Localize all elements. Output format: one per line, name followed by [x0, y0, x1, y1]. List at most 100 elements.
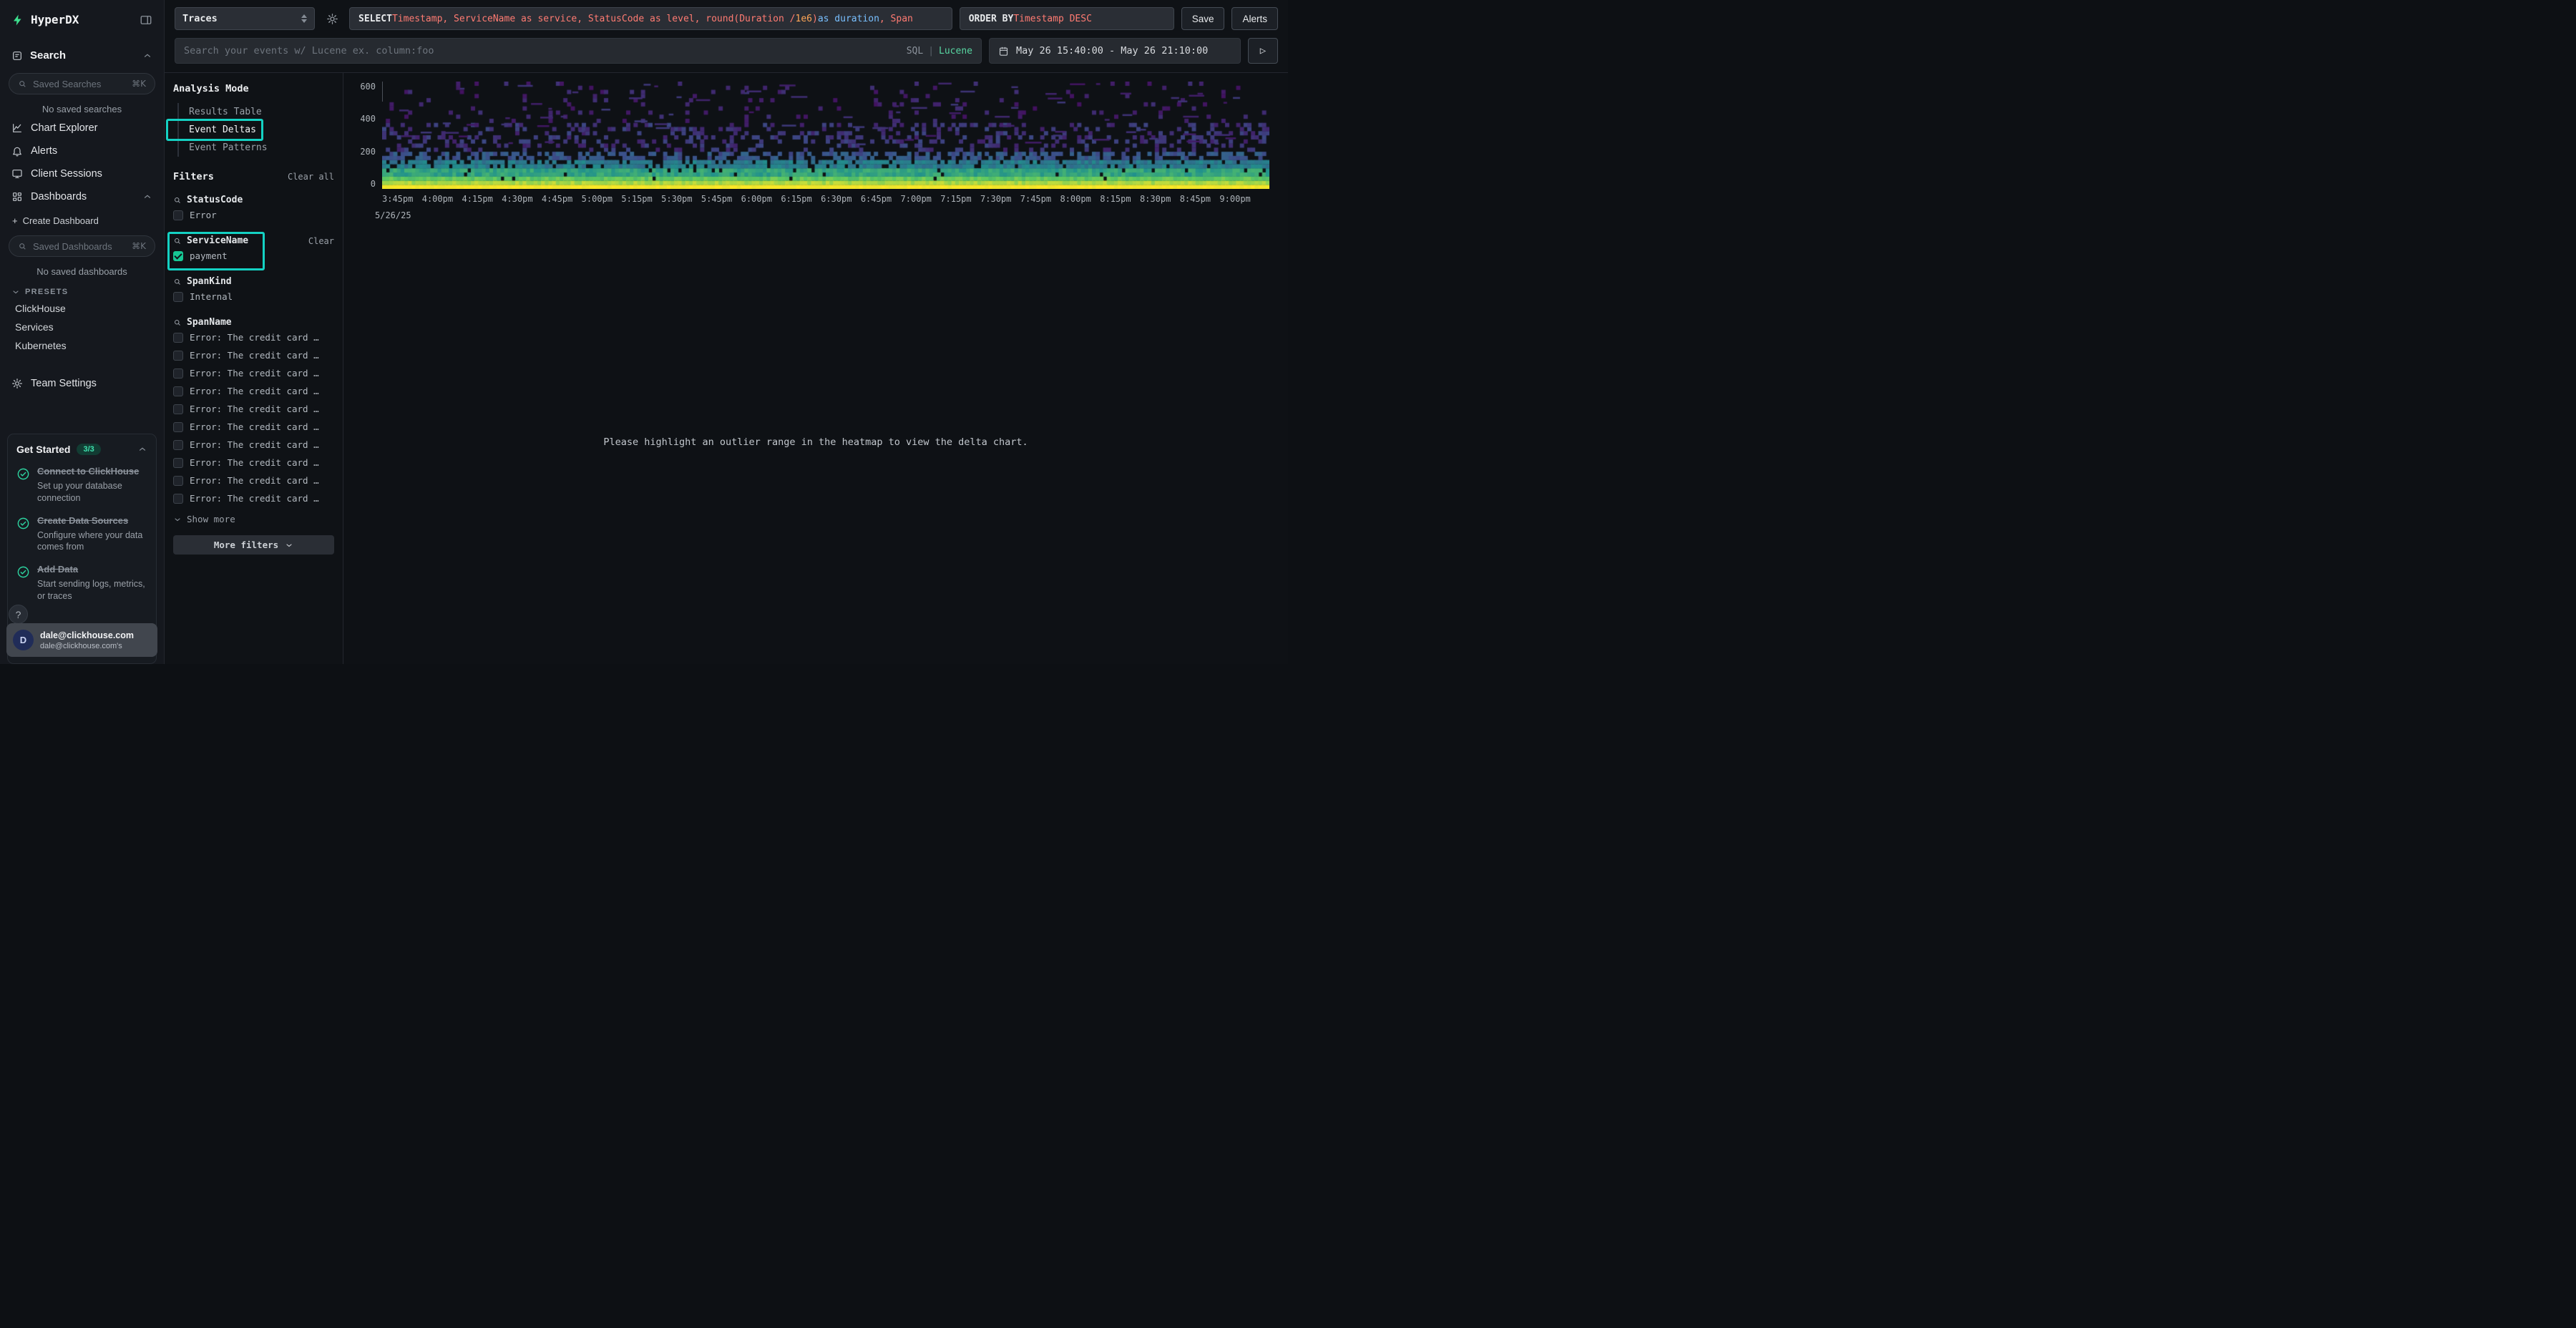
filter-option-label: Error: The credit card …	[190, 404, 319, 414]
filter-option[interactable]: Error: The credit card …	[173, 436, 334, 453]
chevron-down-icon	[11, 288, 20, 296]
clear-all-link[interactable]: Clear all	[288, 172, 334, 182]
event-search-input[interactable]: Search your events w/ Lucene ex. column:…	[175, 38, 982, 64]
filter-option[interactable]: Error: The credit card …	[173, 347, 334, 363]
checkbox[interactable]	[173, 440, 183, 450]
help-button[interactable]: ?	[9, 605, 28, 624]
sidebar-item-preset-services[interactable]: Services	[0, 318, 164, 336]
source-select[interactable]: Traces	[175, 7, 315, 30]
mode-results-table[interactable]: Results Table	[179, 103, 334, 121]
checkbox[interactable]	[173, 210, 183, 220]
run-query-button[interactable]: ▷	[1248, 38, 1278, 64]
sidebar-item-team-settings[interactable]: Team Settings	[0, 372, 164, 395]
checkbox[interactable]	[173, 458, 183, 468]
language-toggle[interactable]: SQL|Lucene	[907, 46, 972, 57]
order-by-input[interactable]: ORDER BY Timestamp DESC	[960, 7, 1174, 30]
filter-option[interactable]: Error: The credit card …	[173, 472, 334, 489]
filter-group-header[interactable]: SpanKind	[173, 276, 334, 287]
lucene-mode-toggle[interactable]: Lucene	[939, 46, 972, 57]
user-org: dale@clickhouse.com's	[40, 642, 134, 650]
checkbox[interactable]	[173, 404, 183, 414]
alerts-button[interactable]: Alerts	[1231, 7, 1278, 30]
checkbox[interactable]	[173, 494, 183, 504]
sidebar-item-search[interactable]: Search	[0, 32, 164, 67]
sql-token: SELECT	[358, 14, 392, 24]
filter-group-header[interactable]: SpanName	[173, 317, 334, 328]
sidebar-item-alerts[interactable]: Alerts	[0, 140, 164, 162]
x-axis-tick: 9:00pm	[1219, 194, 1250, 204]
clear-servicename-link[interactable]: Clear	[308, 236, 334, 246]
user-email: dale@clickhouse.com	[40, 630, 134, 640]
filter-option[interactable]: Error: The credit card …	[173, 419, 334, 435]
search-icon	[18, 79, 27, 89]
create-dashboard-button[interactable]: + Create Dashboard	[0, 208, 164, 230]
play-icon: ▷	[1260, 45, 1266, 57]
select-arrows-icon	[301, 14, 307, 23]
sidebar-item-chart-explorer[interactable]: Chart Explorer	[0, 117, 164, 140]
sidebar-item-preset-kubernetes[interactable]: Kubernetes	[0, 336, 164, 355]
get-started-item[interactable]: Connect to ClickHouse Set up your databa…	[16, 466, 147, 504]
source-settings-button[interactable]	[322, 13, 342, 25]
checkbox[interactable]	[173, 292, 183, 302]
body-row: Analysis Mode Results Table Event Deltas…	[165, 73, 1288, 664]
heatmap-canvas[interactable]	[382, 82, 1269, 189]
sidebar-item-dashboards[interactable]: Dashboards	[0, 185, 164, 208]
y-axis: 600 400 200 0	[351, 82, 382, 189]
x-axis-tick: 4:30pm	[502, 194, 532, 204]
save-button[interactable]: Save	[1181, 7, 1225, 30]
get-started-item[interactable]: Add Data Start sending logs, metrics, or…	[16, 564, 147, 602]
chevron-up-icon[interactable]	[142, 192, 152, 202]
x-axis-tick: 6:15pm	[781, 194, 811, 204]
saved-dashboards-input[interactable]: Saved Dashboards ⌘K	[9, 235, 155, 257]
sql-select-input[interactable]: SELECT Timestamp, ServiceName as service…	[349, 7, 952, 30]
checkbox[interactable]	[173, 351, 183, 361]
get-started-header[interactable]: Get Started 3/3	[16, 444, 147, 455]
y-axis-tick: 400	[360, 114, 376, 124]
checkbox[interactable]	[173, 476, 183, 486]
analysis-mode-label: Analysis Mode	[173, 83, 334, 94]
chevron-up-icon[interactable]	[142, 51, 152, 61]
filter-option[interactable]: Internal	[173, 288, 334, 305]
filter-option[interactable]: Error	[173, 207, 334, 223]
more-filters-button[interactable]: More filters	[173, 535, 334, 555]
user-menu[interactable]: D dale@clickhouse.com dale@clickhouse.co…	[6, 623, 157, 657]
sidebar-item-client-sessions[interactable]: Client Sessions	[0, 162, 164, 185]
checkbox[interactable]	[173, 386, 183, 396]
y-axis-tick: 600	[360, 82, 376, 92]
filter-group-header[interactable]: StatusCode	[173, 195, 334, 205]
x-axis-tick: 6:45pm	[861, 194, 892, 204]
filter-option[interactable]: Error: The credit card …	[173, 401, 334, 417]
filter-option[interactable]: Error: The credit card …	[173, 490, 334, 507]
x-axis-tick: 3:45pm	[382, 194, 413, 204]
sql-mode-toggle[interactable]: SQL	[907, 46, 923, 57]
checkbox[interactable]	[173, 422, 183, 432]
sidebar-item-preset-clickhouse[interactable]: ClickHouse	[0, 299, 164, 318]
filter-group-header[interactable]: ServiceName Clear	[173, 235, 334, 246]
sidebar-collapse-button[interactable]	[140, 14, 152, 26]
checkbox[interactable]	[173, 368, 183, 379]
saved-searches-input[interactable]: Saved Searches ⌘K	[9, 73, 155, 94]
filter-option[interactable]: Error: The credit card …	[173, 454, 334, 471]
mode-event-patterns[interactable]: Event Patterns	[179, 139, 334, 157]
filter-option-label: Error: The credit card …	[190, 421, 319, 432]
get-started-item[interactable]: Create Data Sources Configure where your…	[16, 515, 147, 554]
checkbox-checked[interactable]	[173, 251, 183, 261]
show-more-link[interactable]: Show more	[173, 514, 334, 524]
time-range-picker[interactable]: May 26 15:40:00 - May 26 21:10:00	[989, 38, 1241, 64]
presets-toggle[interactable]: PRESETS	[0, 279, 164, 299]
filter-option-label: Error: The credit card …	[190, 439, 319, 450]
filter-option[interactable]: Error: The credit card …	[173, 329, 334, 346]
x-axis-tick: 5:15pm	[621, 194, 652, 204]
sql-token: 1e6	[796, 14, 812, 24]
chevron-up-icon[interactable]	[137, 444, 147, 454]
filter-option[interactable]: payment	[173, 248, 334, 264]
filter-option[interactable]: Error: The credit card …	[173, 365, 334, 381]
mode-event-deltas[interactable]: Event Deltas	[179, 121, 334, 139]
x-axis-tick: 5:30pm	[661, 194, 692, 204]
search-section-label: Search	[30, 49, 66, 62]
filter-group-servicename: ServiceName Clear payment	[173, 235, 334, 264]
checkbox[interactable]	[173, 333, 183, 343]
monitor-icon	[11, 168, 23, 180]
saved-dashboards-placeholder: Saved Dashboards	[33, 241, 126, 252]
filter-option[interactable]: Error: The credit card …	[173, 383, 334, 399]
